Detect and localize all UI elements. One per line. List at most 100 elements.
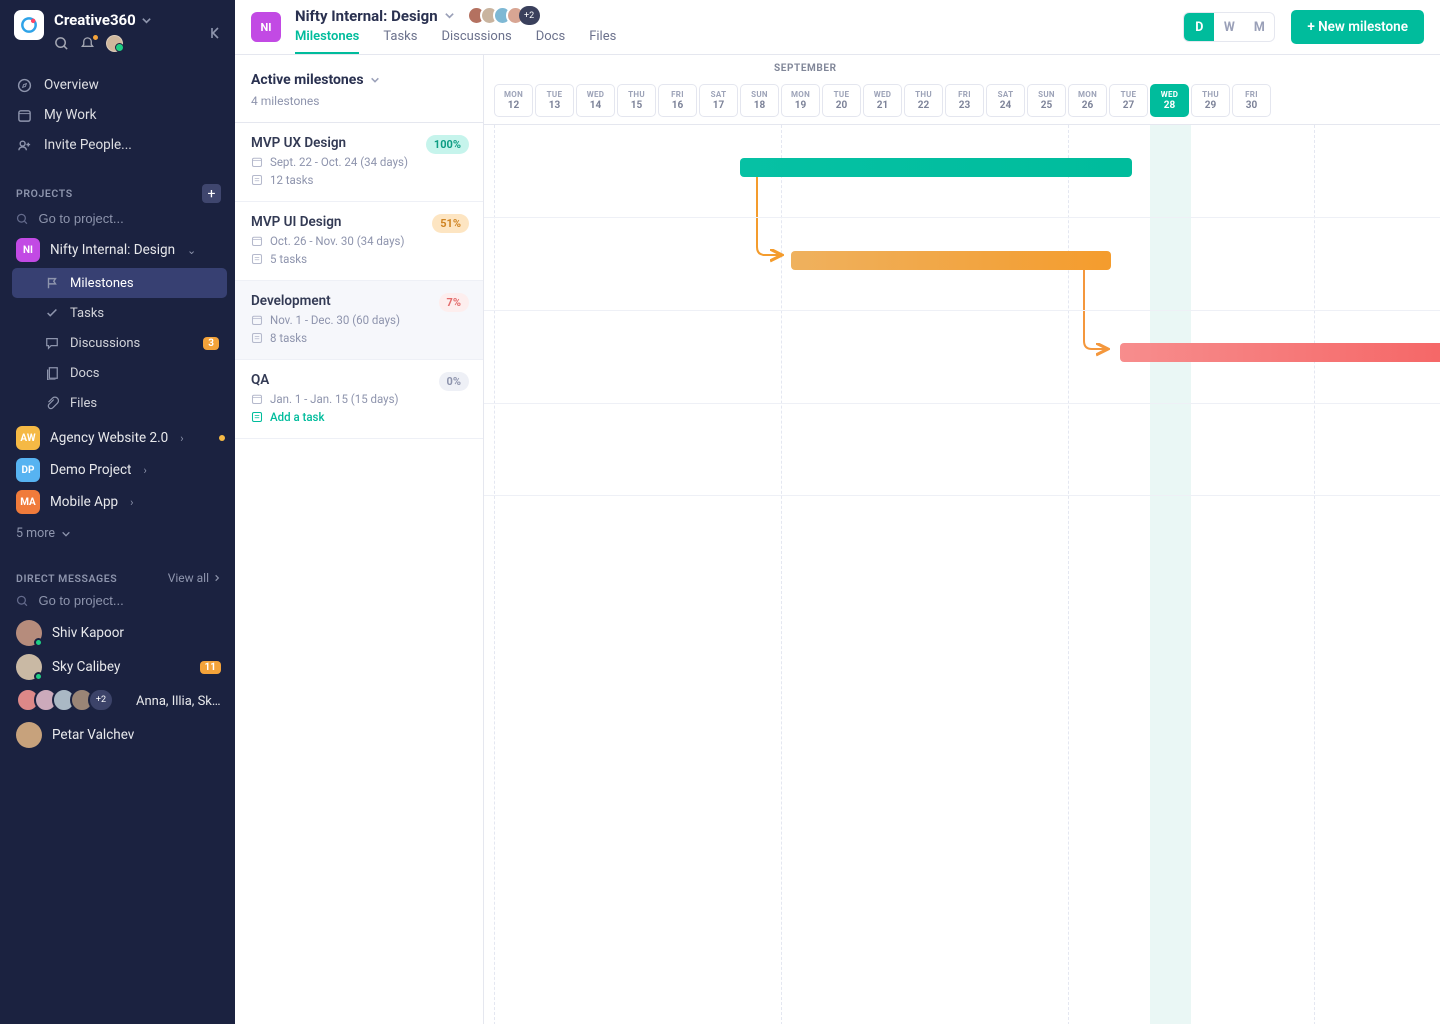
project-title[interactable]: Nifty Internal: Design [295, 7, 438, 25]
collapse-sidebar-icon[interactable] [209, 26, 223, 40]
day-cell[interactable]: SAT17 [699, 84, 738, 117]
day-cell[interactable]: FRI16 [658, 84, 697, 117]
progress-badge: 7% [439, 293, 469, 312]
dm-item[interactable]: Petar Valchev [0, 718, 235, 752]
badge: 3 [203, 337, 219, 350]
chevron-icon: › [130, 496, 133, 509]
tab-discussions[interactable]: Discussions [441, 29, 511, 54]
chevron-down-icon [370, 75, 380, 85]
chat-icon [44, 335, 60, 351]
milestone-row[interactable]: MVP UI Design Oct. 26 - Nov. 30 (34 days… [235, 202, 483, 281]
milestone-row[interactable]: Development Nov. 1 - Dec. 30 (60 days) 8… [235, 281, 483, 360]
day-cell[interactable]: MON19 [781, 84, 820, 117]
project-aw[interactable]: AW Agency Website 2.0 › [0, 422, 235, 454]
project-icon: NI [16, 238, 40, 262]
project-dp[interactable]: DP Demo Project › [0, 454, 235, 486]
day-cell[interactable]: THU29 [1191, 84, 1230, 117]
day-cell[interactable]: MON26 [1068, 84, 1107, 117]
calendar-icon [251, 314, 263, 326]
sidebar: Creative360 Overview My Work Invite Peop… [0, 0, 235, 1024]
project-icon: MA [16, 490, 40, 514]
list-icon [251, 253, 263, 265]
subnav-docs[interactable]: Docs [12, 358, 227, 388]
project-chip[interactable]: NI [251, 12, 281, 42]
progress-badge: 51% [432, 214, 469, 233]
day-cell[interactable]: THU22 [904, 84, 943, 117]
subnav-discussions[interactable]: Discussions 3 [12, 328, 227, 358]
new-milestone-button[interactable]: + New milestone [1291, 10, 1424, 44]
subnav-milestones[interactable]: Milestones [12, 268, 227, 298]
subnav-files[interactable]: Files [12, 388, 227, 418]
dm-item[interactable]: Shiv Kapoor [0, 616, 235, 650]
timeline-bar[interactable] [791, 251, 1111, 270]
project-search-input[interactable] [38, 211, 219, 226]
day-cell[interactable]: FRI23 [945, 84, 984, 117]
timeline-bar[interactable] [740, 158, 1132, 177]
day-cell[interactable]: FRI30 [1232, 84, 1271, 117]
dm-item[interactable]: Sky Calibey 11 [0, 650, 235, 684]
chevron-down-icon[interactable] [444, 10, 455, 21]
list-icon [251, 174, 263, 186]
timeline: SEPTEMBEROCMON12TUE13WED14THU15FRI16SAT1… [484, 55, 1440, 1024]
chevron-icon: › [180, 432, 183, 445]
progress-badge: 100% [426, 135, 469, 154]
range-W[interactable]: W [1214, 13, 1244, 41]
day-cell[interactable]: MON12 [494, 84, 533, 117]
day-cell[interactable]: WED28 [1150, 84, 1189, 117]
range-M[interactable]: M [1244, 13, 1274, 41]
day-cell[interactable]: SUN25 [1027, 84, 1066, 117]
dm-search[interactable] [0, 593, 235, 616]
project-name: Demo Project [50, 462, 131, 478]
member-avatars[interactable]: +2 [467, 6, 540, 25]
add-task-link[interactable]: Add a task [251, 410, 467, 424]
dms-view-all[interactable]: View all [168, 571, 221, 585]
nav-overview[interactable]: Overview [8, 70, 227, 100]
project-icon: AW [16, 426, 40, 450]
tab-docs[interactable]: Docs [536, 29, 565, 54]
range-toggle: DWM [1183, 12, 1275, 42]
day-cell[interactable]: WED21 [863, 84, 902, 117]
day-cell[interactable]: TUE20 [822, 84, 861, 117]
projects-more[interactable]: 5 more [0, 518, 235, 549]
day-cell[interactable]: TUE27 [1109, 84, 1148, 117]
tab-files[interactable]: Files [589, 29, 616, 54]
milestone-row[interactable]: MVP UX Design Sept. 22 - Oct. 24 (34 day… [235, 123, 483, 202]
day-cell[interactable]: WED14 [576, 84, 615, 117]
day-cell[interactable]: THU15 [617, 84, 656, 117]
notifications-icon[interactable] [80, 36, 96, 52]
day-cell[interactable]: TUE13 [535, 84, 574, 117]
range-D[interactable]: D [1184, 13, 1214, 41]
tab-milestones[interactable]: Milestones [295, 29, 359, 54]
project-search[interactable] [0, 211, 235, 234]
day-cell[interactable]: SAT24 [986, 84, 1025, 117]
project-ma[interactable]: MA Mobile App › [0, 486, 235, 518]
clip-icon [44, 395, 60, 411]
nav-mywork[interactable]: My Work [8, 100, 227, 130]
day-cell[interactable]: SUN18 [740, 84, 779, 117]
workspace-switcher[interactable]: Creative360 [54, 11, 152, 29]
timeline-bar[interactable] [1120, 343, 1440, 362]
project-name: Mobile App [50, 494, 118, 510]
calendar-icon [251, 393, 263, 405]
user-avatar[interactable] [106, 35, 123, 52]
search-icon[interactable] [54, 36, 70, 52]
month-label: SEPTEMBER [774, 63, 837, 74]
project-name: Nifty Internal: Design [50, 242, 175, 258]
milestone-filter[interactable]: Active milestones [251, 72, 380, 88]
milestone-row[interactable]: QA Jan. 1 - Jan. 15 (15 days) Add a task… [235, 360, 483, 439]
milestone-panel: Active milestones 4 milestones MVP UX De… [235, 55, 484, 1024]
list-icon [251, 332, 263, 344]
chevron-icon: ⌄ [187, 244, 196, 257]
milestone-title: QA [251, 372, 467, 388]
dm-search-input[interactable] [38, 593, 219, 608]
invite-icon [16, 137, 32, 153]
nav-invite[interactable]: Invite People... [8, 130, 227, 160]
project-ni[interactable]: NI Nifty Internal: Design ⌄ [0, 234, 235, 266]
avatar [16, 722, 42, 748]
add-project-button[interactable]: + [202, 184, 221, 203]
tab-tasks[interactable]: Tasks [383, 29, 417, 54]
dm-group[interactable]: +2 Anna, Illia, Sky... [0, 684, 235, 718]
subnav-tasks[interactable]: Tasks [12, 298, 227, 328]
workspace-logo[interactable] [14, 10, 44, 40]
milestone-count: 4 milestones [251, 94, 467, 108]
